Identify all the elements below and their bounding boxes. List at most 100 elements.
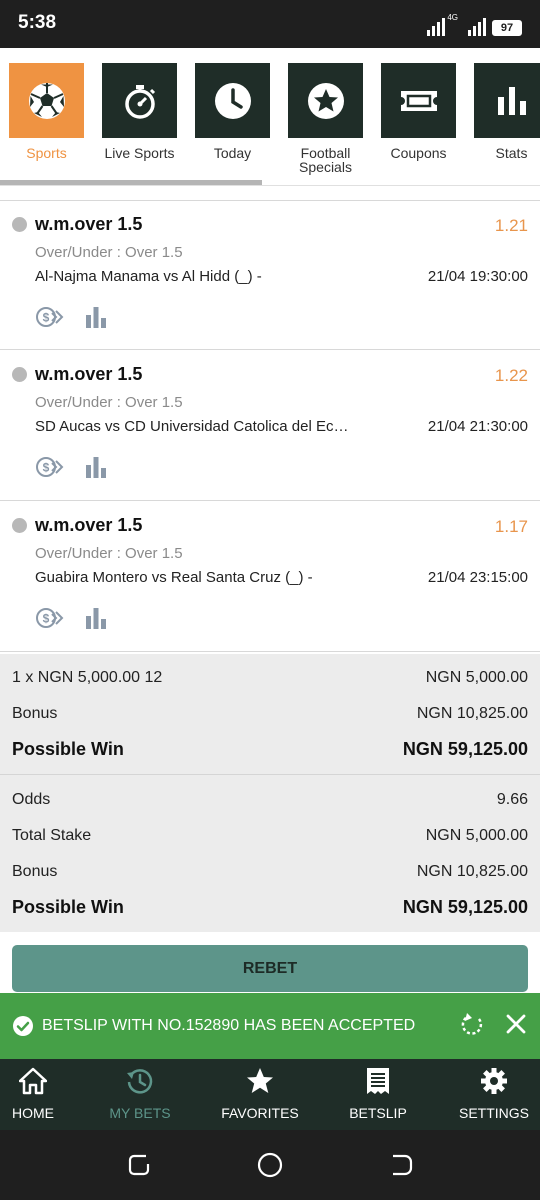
bet-title: w.m.over 1.5 <box>35 364 143 384</box>
odds-value: 9.66 <box>496 791 528 808</box>
battery-icon: 97 <box>492 20 522 36</box>
signal-icon-2 <box>468 16 486 36</box>
ticket-icon <box>400 90 437 111</box>
nav-my-bets[interactable]: MY BETS <box>86 1059 194 1130</box>
signal-icon-1 <box>427 16 446 36</box>
bet-market: Over/Under : Over 1.5 <box>35 244 183 261</box>
bet-odds: 1.21 <box>494 216 528 235</box>
status-indicators: 4G 97 <box>427 12 522 36</box>
stats-icon[interactable] <box>85 456 107 478</box>
bet-summary: 1 x NGN 5,000.00 12 NGN 5,000.00 Bonus N… <box>0 654 540 932</box>
total-stake-value: NGN 5,000.00 <box>425 827 528 844</box>
total-stake-row: Total Stake NGN 5,000.00 <box>12 827 528 845</box>
bet-title: w.m.over 1.5 <box>35 515 143 535</box>
nav-label: FAVORITES <box>221 1105 299 1121</box>
bet-time: 21/04 23:15:00 <box>427 569 528 586</box>
bonus-row: Bonus NGN 10,825.00 <box>12 863 528 881</box>
bottom-navigation: HOME MY BETS FAVORITES BETSLIP SETTINGS <box>0 1059 540 1130</box>
bet-item[interactable]: w.m.over 1.5 1.17 Over/Under : Over 1.5 … <box>0 502 540 652</box>
category-label: Coupons <box>390 145 447 161</box>
possible-win-row: Possible Win NGN 59,125.00 <box>12 739 528 760</box>
stake-line-row: 1 x NGN 5,000.00 12 NGN 5,000.00 <box>12 669 528 687</box>
back-icon[interactable] <box>389 1152 415 1178</box>
category-label: Football Specials <box>299 145 352 175</box>
cashout-icon[interactable]: $ <box>35 455 65 479</box>
betslip-icon <box>367 1068 389 1094</box>
stats-icon[interactable] <box>85 306 107 328</box>
category-live-sports[interactable]: Live Sports <box>102 63 177 160</box>
category-sports[interactable]: Sports <box>9 63 84 160</box>
nav-label: HOME <box>12 1105 54 1121</box>
recent-apps-icon[interactable] <box>126 1152 152 1178</box>
svg-text:$: $ <box>43 311 50 325</box>
status-dot <box>12 217 27 232</box>
category-stats[interactable]: Stats <box>474 63 540 160</box>
accepted-toast: BETSLIP WITH NO.152890 HAS BEEN ACCEPTED <box>0 993 540 1059</box>
bonus-label: Bonus <box>12 705 58 722</box>
possible-win-row: Possible Win NGN 59,125.00 <box>12 897 528 918</box>
nav-label: BETSLIP <box>349 1105 407 1121</box>
nav-label: SETTINGS <box>458 1105 529 1121</box>
possible-win-label: Possible Win <box>12 897 124 917</box>
possible-win-label: Possible Win <box>12 739 124 759</box>
category-today[interactable]: Today <box>195 63 270 160</box>
status-time: 5:38 <box>18 12 57 33</box>
clock-icon <box>214 82 251 119</box>
bet-title: w.m.over 1.5 <box>35 214 143 234</box>
bet-market: Over/Under : Over 1.5 <box>35 394 183 411</box>
bonus-label: Bonus <box>12 863 58 880</box>
home-icon <box>19 1067 47 1095</box>
category-label: Today <box>213 145 252 161</box>
bet-match: Guabira Montero vs Real Santa Cruz (_) - <box>35 569 313 586</box>
gear-icon <box>481 1068 507 1094</box>
category-coupons[interactable]: Coupons <box>381 63 456 160</box>
category-bar: Sports Live Sports Today Football Specia… <box>0 48 540 186</box>
network-type: 4G <box>447 13 458 22</box>
home-button-icon[interactable] <box>257 1152 283 1178</box>
bet-item[interactable]: w.m.over 1.5 1.22 Over/Under : Over 1.5 … <box>0 351 540 501</box>
bet-time: 21/04 19:30:00 <box>427 268 528 285</box>
bet-match: Al-Najma Manama vs Al Hidd (_) - <box>35 268 262 285</box>
stake-line-label: 1 x NGN 5,000.00 12 <box>12 669 163 686</box>
bar-chart-icon <box>497 86 526 115</box>
status-bar: 5:38 4G 97 <box>0 0 540 48</box>
bonus-row: Bonus NGN 10,825.00 <box>12 705 528 723</box>
cashout-icon[interactable]: $ <box>35 606 65 630</box>
possible-win-value: NGN 59,125.00 <box>402 739 528 759</box>
stats-icon[interactable] <box>85 607 107 629</box>
category-label: Sports <box>26 145 67 161</box>
odds-label: Odds <box>12 791 51 808</box>
total-stake-label: Total Stake <box>12 827 92 844</box>
soccer-ball-icon <box>28 82 65 119</box>
close-icon[interactable] <box>503 1011 529 1037</box>
bet-time: 21/04 21:30:00 <box>427 418 528 435</box>
nav-home[interactable]: HOME <box>0 1059 87 1130</box>
bet-odds: 1.22 <box>494 366 528 385</box>
bet-odds: 1.17 <box>494 517 528 536</box>
star-icon <box>247 1068 273 1093</box>
category-label: Stats <box>495 145 528 161</box>
nav-betslip[interactable]: BETSLIP <box>324 1059 432 1130</box>
system-navigation <box>0 1130 540 1200</box>
svg-text:$: $ <box>43 612 50 626</box>
stopwatch-icon <box>124 84 155 119</box>
tab-scroll-indicator <box>0 180 262 185</box>
category-football-specials[interactable]: Football Specials <box>288 63 363 174</box>
nav-favorites[interactable]: FAVORITES <box>206 1059 314 1130</box>
status-dot <box>12 367 27 382</box>
odds-row: Odds 9.66 <box>12 791 528 809</box>
bonus-value: NGN 10,825.00 <box>416 705 528 722</box>
nav-label: MY BETS <box>109 1105 171 1121</box>
category-label: Live Sports <box>104 145 175 161</box>
rebet-button[interactable]: REBET <box>12 945 528 992</box>
stake-line-value: NGN 5,000.00 <box>425 669 528 686</box>
possible-win-value: NGN 59,125.00 <box>402 897 528 917</box>
check-circle-icon <box>13 1016 33 1036</box>
refresh-icon[interactable] <box>459 1012 485 1038</box>
star-icon <box>307 82 344 119</box>
cashout-icon[interactable]: $ <box>35 305 65 329</box>
bonus-value: NGN 10,825.00 <box>416 863 528 880</box>
bet-item[interactable]: w.m.over 1.5 1.21 Over/Under : Over 1.5 … <box>0 200 540 350</box>
toast-message: BETSLIP WITH NO.152890 HAS BEEN ACCEPTED <box>42 1017 416 1034</box>
nav-settings[interactable]: SETTINGS <box>440 1059 540 1130</box>
